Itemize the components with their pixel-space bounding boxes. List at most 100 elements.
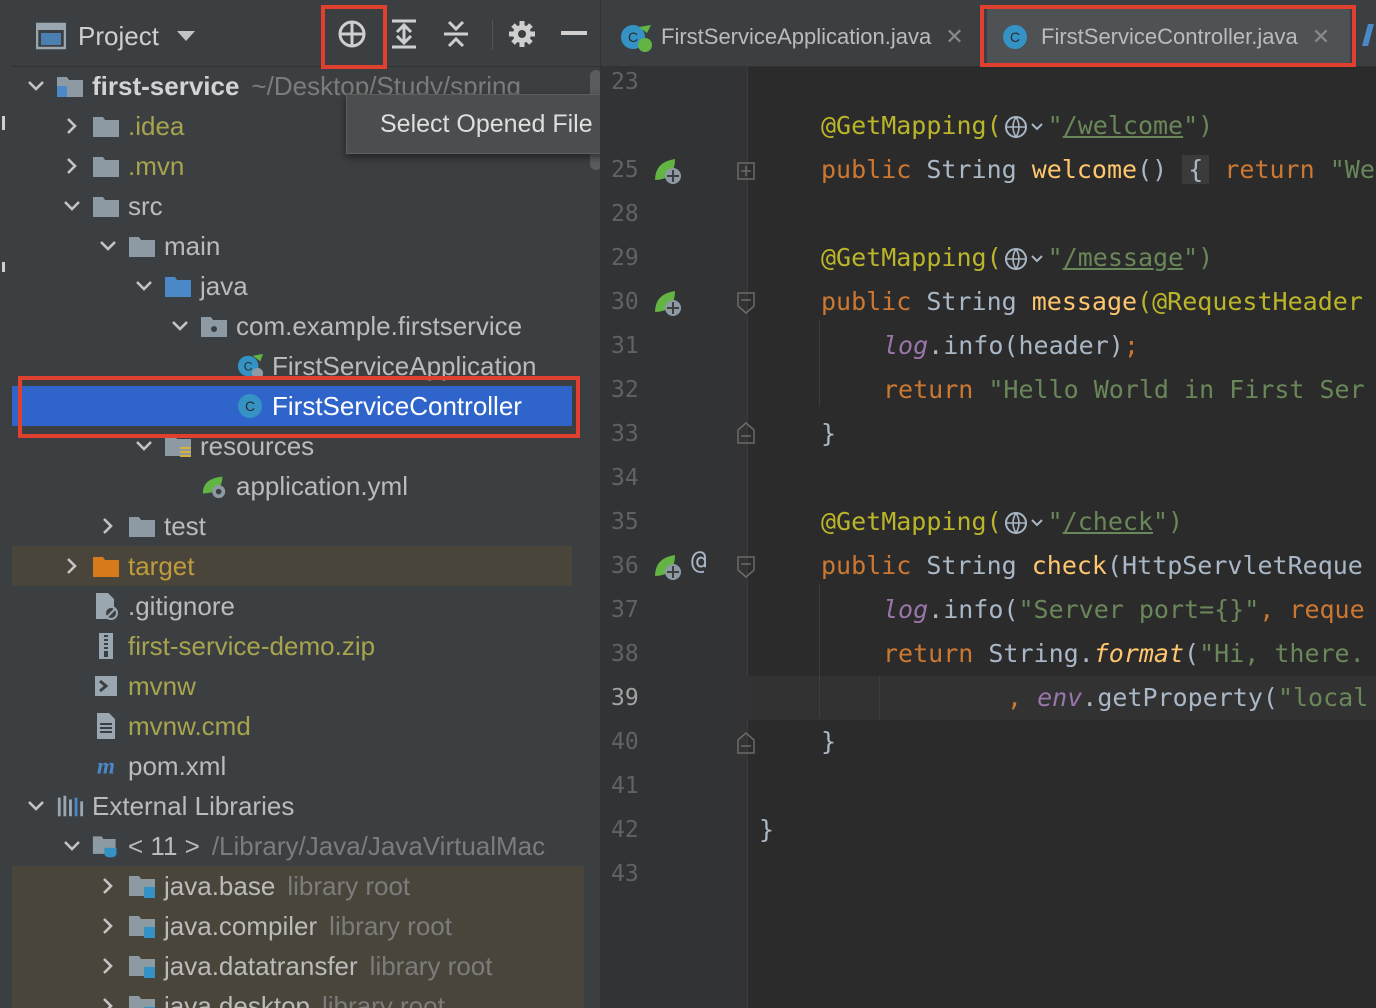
ignore-file-icon xyxy=(92,592,120,620)
chevron-right-icon[interactable] xyxy=(96,514,120,538)
code-line[interactable]: } xyxy=(821,720,836,764)
code-token: ( xyxy=(1184,639,1200,668)
chevron-right-icon[interactable] xyxy=(96,954,120,978)
tree-item-label: mvnw xyxy=(128,670,196,701)
collapse-all-button[interactable] xyxy=(438,16,474,52)
chevron-down-icon[interactable] xyxy=(24,74,48,98)
code-token: /message xyxy=(1062,243,1184,272)
code-line[interactable]: @GetMapping("/check") xyxy=(821,500,1183,544)
tree-item-resources[interactable]: resources xyxy=(12,426,572,466)
tree-item-test[interactable]: test xyxy=(12,506,572,546)
tree-item-label: application.yml xyxy=(236,470,408,501)
code-token: String xyxy=(926,551,1032,580)
code-line[interactable]: public String message(@RequestHeader xyxy=(821,280,1363,324)
code-token: @GetMapping( xyxy=(821,507,1002,536)
close-icon[interactable]: ✕ xyxy=(1312,24,1330,50)
chevron-right-icon[interactable] xyxy=(96,994,120,1008)
code-line[interactable]: } xyxy=(759,808,774,852)
code-token: () xyxy=(1137,155,1183,184)
code-token: ") xyxy=(1183,243,1214,272)
tree-item-external-libraries[interactable]: External Libraries xyxy=(12,786,572,826)
hide-panel-button[interactable] xyxy=(556,16,592,52)
tree-item-mvnw-cmd[interactable]: mvnw.cmd xyxy=(12,706,572,746)
select-opened-file-button[interactable] xyxy=(334,16,370,52)
tree-item-pom-xml[interactable]: m pom.xml xyxy=(12,746,572,786)
tree-item-firstserviceapplication[interactable]: C FirstServiceApplication xyxy=(12,346,572,386)
tree-item-mvnw[interactable]: mvnw xyxy=(12,666,572,706)
code-line[interactable]: public String welcome() { return "We xyxy=(821,148,1375,192)
expand-all-button[interactable] xyxy=(386,16,422,52)
code-token: log xyxy=(883,595,929,624)
settings-button[interactable] xyxy=(504,16,540,52)
line-number: 34 xyxy=(611,465,639,491)
tree-item-application-yml[interactable]: application.yml xyxy=(12,466,572,506)
chevron-down-icon[interactable] xyxy=(24,794,48,818)
tree-item-label: .idea xyxy=(128,110,185,141)
line-number: 41 xyxy=(611,773,639,799)
code-token: message xyxy=(1031,287,1138,316)
code-line[interactable]: log.info(header); xyxy=(883,324,1139,368)
code-area[interactable]: @GetMapping("/welcome") public String wel… xyxy=(747,66,1376,1008)
chevron-right-icon[interactable] xyxy=(96,914,120,938)
tree-item-label: FirstServiceApplication xyxy=(272,350,537,381)
tree-item-main[interactable]: main xyxy=(12,226,572,266)
tree-item-label: java.datatransfer xyxy=(164,950,358,981)
code-line[interactable]: , env.getProperty("local xyxy=(1007,676,1368,720)
chevron-right-icon[interactable] xyxy=(60,114,84,138)
tree-item-src[interactable]: src xyxy=(12,186,572,226)
spring-web-endpoint-icon[interactable] xyxy=(653,156,683,191)
code-token: /welcome xyxy=(1062,111,1184,140)
tree-item-java-datatransfer[interactable]: java.datatransfer library root xyxy=(12,946,584,986)
tree-item-java[interactable]: java xyxy=(12,266,572,306)
autowired-gutter-icon[interactable]: @ xyxy=(691,546,707,576)
code-line[interactable]: } xyxy=(821,412,836,456)
code-line[interactable]: @GetMapping("/message") xyxy=(821,236,1213,280)
chevron-down-icon[interactable] xyxy=(96,234,120,258)
tree-item-firstservicecontroller[interactable]: C FirstServiceController xyxy=(12,386,572,426)
chevron-right-icon[interactable] xyxy=(96,874,120,898)
chevron-down-icon[interactable] xyxy=(168,314,192,338)
svg-text:C: C xyxy=(1010,29,1020,45)
code-line[interactable]: return "Hello World in First Ser xyxy=(883,368,1365,412)
indent-guide xyxy=(819,584,820,718)
project-view-selector[interactable]: Project xyxy=(36,18,195,54)
chevron-down-icon[interactable] xyxy=(60,834,84,858)
chevron-right-icon[interactable] xyxy=(60,554,84,578)
line-number: 43 xyxy=(611,861,639,887)
tree-item-java-compiler[interactable]: java.compiler library root xyxy=(12,906,584,946)
tree-item-java-base[interactable]: java.base library root xyxy=(12,866,584,906)
chevron-down-icon[interactable] xyxy=(132,274,156,298)
line-number: 29 xyxy=(611,245,639,271)
tree-item-target[interactable]: target xyxy=(12,546,572,586)
code-token: "Hi, there. xyxy=(1199,639,1365,668)
tree-item-label: src xyxy=(128,190,163,221)
tree-item-com-example-firstservice[interactable]: com.example.firstservice xyxy=(12,306,572,346)
code-line[interactable]: public String check(HttpServletReque xyxy=(821,544,1363,588)
expand-all-icon xyxy=(392,19,416,49)
chevron-down-icon[interactable] xyxy=(132,434,156,458)
code-line[interactable]: @GetMapping("/welcome") xyxy=(821,104,1213,148)
globe-icon[interactable] xyxy=(1004,510,1046,536)
text-file-icon xyxy=(92,712,120,740)
globe-icon[interactable] xyxy=(1004,246,1046,272)
tree-item-11[interactable]: < 11 > /Library/Java/JavaVirtualMac xyxy=(12,826,572,866)
code-token: public xyxy=(821,155,927,184)
code-token: .getProperty( xyxy=(1082,683,1278,712)
tree-item-first-service-demo-zip[interactable]: first-service-demo.zip xyxy=(12,626,572,666)
spring-web-endpoint-icon[interactable] xyxy=(653,288,683,323)
code-line[interactable]: return String.format("Hi, there. xyxy=(883,632,1365,676)
close-icon[interactable]: ✕ xyxy=(945,24,963,50)
tree-item-gitignore[interactable]: .gitignore xyxy=(12,586,572,626)
tree-item-label: first-service xyxy=(92,70,240,101)
globe-icon[interactable] xyxy=(1004,114,1046,140)
code-line[interactable]: log.info("Server port={}", reque xyxy=(883,588,1365,632)
code-token: public xyxy=(821,551,927,580)
spring-web-endpoint-icon[interactable] xyxy=(653,552,683,587)
collapse-all-icon xyxy=(444,20,468,48)
source-folder-icon xyxy=(164,272,192,300)
chevron-right-icon[interactable] xyxy=(60,154,84,178)
tab-first-service-application[interactable]: C FirstServiceApplication.java ✕ xyxy=(619,8,972,66)
tab-first-service-controller[interactable]: C FirstServiceController.java ✕ xyxy=(987,8,1351,66)
chevron-down-icon[interactable] xyxy=(60,194,84,218)
tree-item-java-desktop[interactable]: java.desktop library root xyxy=(12,986,584,1008)
